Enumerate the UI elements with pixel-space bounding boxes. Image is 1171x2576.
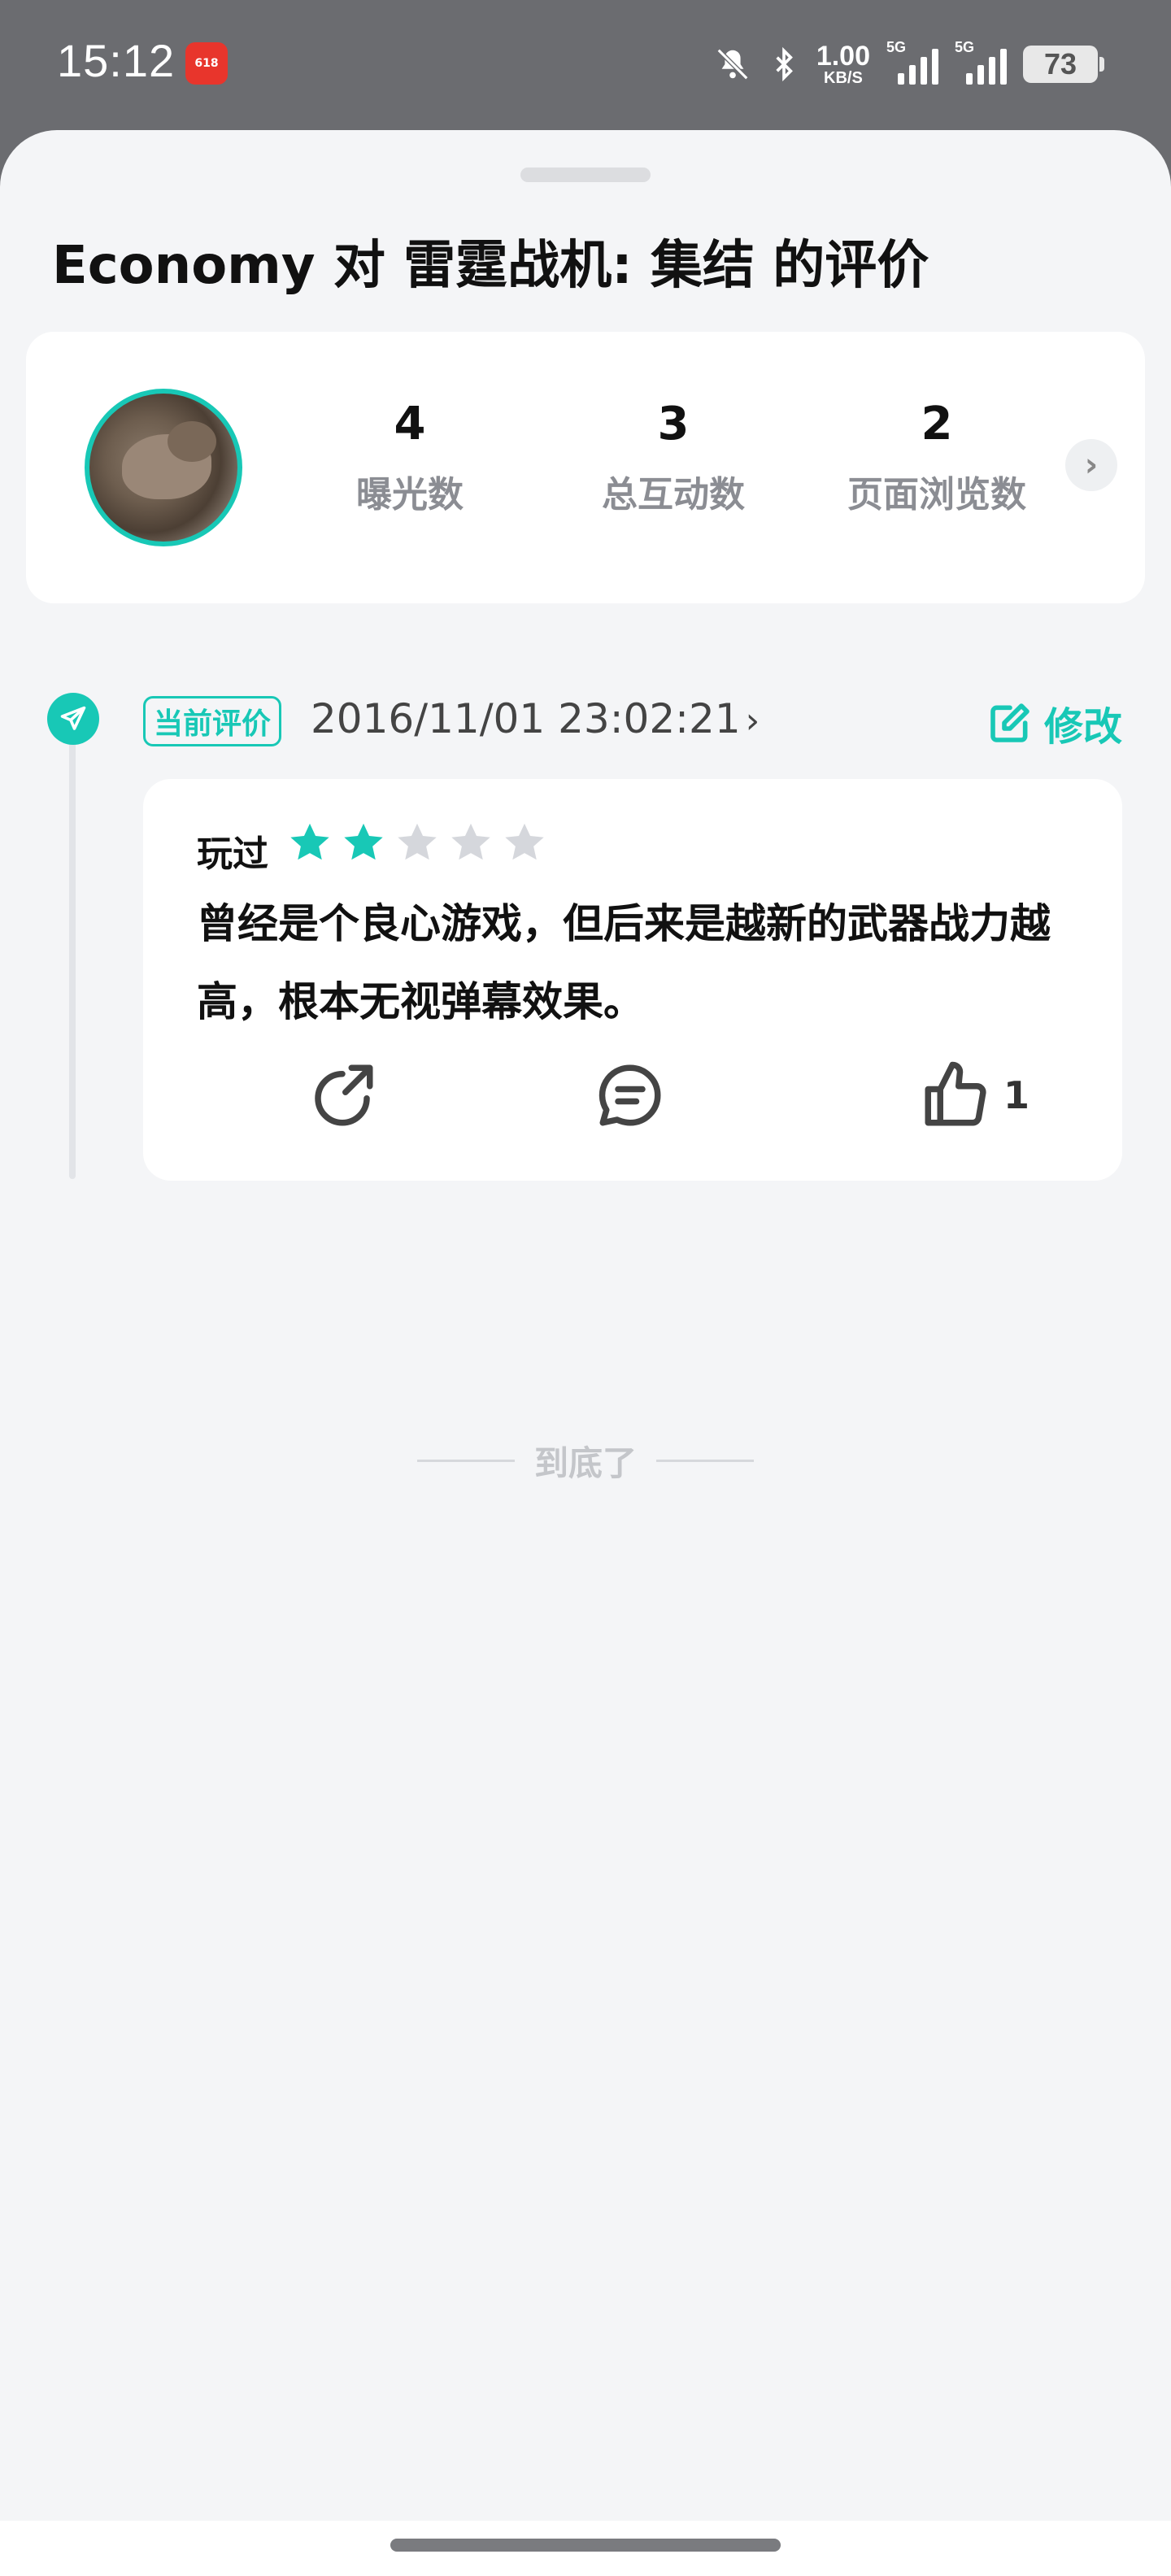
stat-page-views: 2 页面浏览数 xyxy=(831,402,1043,517)
stat-value: 4 xyxy=(394,398,426,450)
edit-button[interactable]: 修改 xyxy=(987,694,1122,751)
drag-handle[interactable] xyxy=(520,168,651,182)
app-notification-icon: 618 xyxy=(185,42,228,85)
network-speed: 1.00 KB/S xyxy=(816,41,870,87)
bluetooth-icon xyxy=(776,46,793,82)
clock: 15:12 xyxy=(57,35,176,86)
edit-label: 修改 xyxy=(1044,704,1123,750)
end-of-list: 到底了 xyxy=(0,1436,1171,1486)
home-indicator[interactable] xyxy=(390,2539,781,2552)
status-bar: 15:12 618 1.00 KB/S 5G 5G 73 xyxy=(0,0,1171,130)
chevron-right-icon[interactable]: › xyxy=(1065,439,1117,491)
share-icon xyxy=(315,1064,373,1126)
edit-icon xyxy=(990,703,1030,742)
star-empty-icon xyxy=(505,823,544,860)
comment-button[interactable] xyxy=(594,1059,667,1132)
signal-icon-2: 5G xyxy=(955,39,1007,85)
stat-label: 曝光数 xyxy=(356,474,464,516)
stat-impressions: 4 曝光数 xyxy=(304,402,516,517)
divider xyxy=(416,1460,515,1462)
stat-label: 页面浏览数 xyxy=(847,474,1026,516)
thumbs-up-icon xyxy=(925,1061,986,1126)
page-title: Economy 对 雷霆战机: 集结 的评价 xyxy=(52,236,929,296)
review-card[interactable]: 玩过 曾经是个良心游戏，但后来是越新的武器战力越高，根本无视弹幕效果。 1 xyxy=(143,779,1122,1181)
review-text: 曾经是个良心游戏，但后来是越新的武器战力越高，根本无视弹幕效果。 xyxy=(197,900,1051,1025)
battery-icon: 73 xyxy=(1023,46,1104,83)
stat-label: 总互动数 xyxy=(602,474,745,516)
share-button[interactable] xyxy=(306,1059,379,1132)
star-filled-icon xyxy=(290,823,329,860)
signal-icon: 5G xyxy=(886,39,938,85)
like-button[interactable]: 1 xyxy=(919,1059,1030,1132)
timeline-line xyxy=(69,707,76,1179)
stat-interactions: 3 总互动数 xyxy=(568,402,779,517)
review-datetime[interactable]: 2016/11/01 23:02:21 › xyxy=(311,695,760,742)
stat-value: 2 xyxy=(921,398,953,450)
paper-plane-icon xyxy=(47,693,99,745)
avatar[interactable] xyxy=(85,389,242,546)
stat-value: 3 xyxy=(657,398,690,450)
play-status: 玩过 xyxy=(197,833,268,875)
chevron-right-icon: › xyxy=(745,700,760,742)
end-text: 到底了 xyxy=(533,1443,637,1483)
mute-bell-icon xyxy=(716,48,749,80)
status-icons: 1.00 KB/S 5G 5G 73 xyxy=(714,36,1104,93)
divider xyxy=(656,1460,754,1462)
stats-card[interactable]: 4 曝光数 3 总互动数 2 页面浏览数 › xyxy=(26,332,1145,603)
like-count: 1 xyxy=(1003,1073,1030,1117)
review-sheet: Economy 对 雷霆战机: 集结 的评价 4 曝光数 3 总互动数 2 页面… xyxy=(0,130,1171,2576)
star-empty-icon xyxy=(398,823,437,860)
current-review-tag: 当前评价 xyxy=(143,696,282,746)
star-rating xyxy=(286,820,548,867)
star-empty-icon xyxy=(451,823,490,860)
comment-icon xyxy=(599,1064,661,1126)
star-filled-icon xyxy=(344,823,383,860)
